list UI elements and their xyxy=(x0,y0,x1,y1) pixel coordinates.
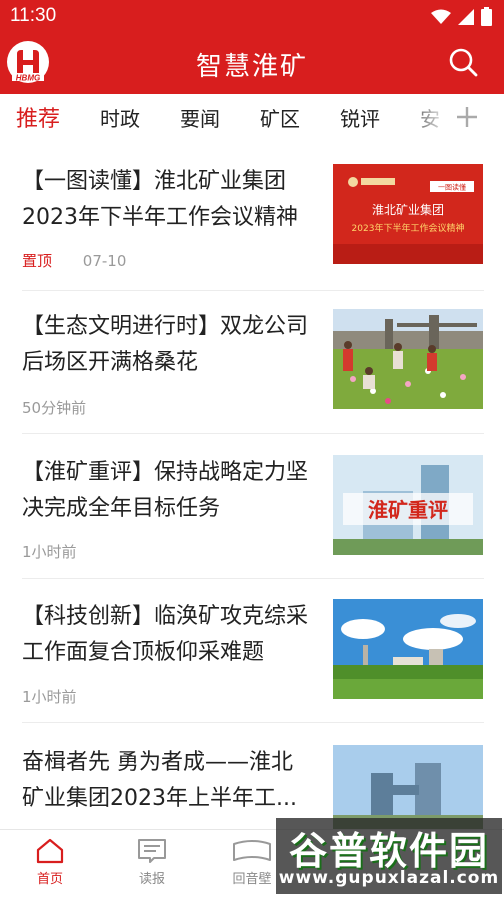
nav-home[interactable]: 首页 xyxy=(20,838,80,887)
signal-icon xyxy=(458,8,474,25)
news-meta: 1小时前 xyxy=(22,541,77,562)
news-time: 1小时前 xyxy=(22,543,77,561)
nav-newspaper[interactable]: 读报 xyxy=(122,838,182,887)
watermark-url: www.gupuxlazal.com xyxy=(278,868,500,888)
thumb-text: 淮矿重评 xyxy=(368,498,448,522)
status-bar: 11:30 xyxy=(0,0,504,32)
search-icon[interactable] xyxy=(448,47,478,77)
news-thumbnail xyxy=(333,745,483,829)
app-title: 智慧淮矿 xyxy=(195,52,308,82)
divider xyxy=(22,722,484,723)
home-icon xyxy=(36,838,64,864)
news-meta: 1小时前 xyxy=(22,686,77,707)
wifi-icon xyxy=(431,9,451,24)
news-time: 07-10 xyxy=(82,252,127,270)
echo-wall-icon xyxy=(233,840,271,861)
tab-fade xyxy=(400,94,450,140)
divider xyxy=(22,433,484,434)
thumb-line1: 淮北矿业集团 xyxy=(372,202,444,217)
nav-newspaper-label: 读报 xyxy=(138,872,165,887)
nav-echo-wall-label: 回音壁 xyxy=(232,872,272,887)
add-tab-icon[interactable] xyxy=(455,105,479,129)
news-meta: 置顶 07-10 xyxy=(22,250,126,271)
news-title: 【生态文明进行时】双龙公司后场区开满格桑花 xyxy=(22,314,309,375)
tab-politics[interactable]: 时政 xyxy=(100,103,140,132)
watermark: 谷普软件园 www.gupuxlazal.com xyxy=(276,818,502,894)
news-thumbnail: 淮矿重评 xyxy=(333,455,483,555)
pinned-badge: 置顶 xyxy=(22,252,53,270)
category-tabs: 推荐 时政 要闻 矿区 锐评 安 xyxy=(0,94,504,140)
watermark-title: 谷普软件园 xyxy=(288,829,489,873)
news-item[interactable]: 【一图读懂】淮北矿业集团2023年下半年工作会议精神 置顶 07-10 一图读懂… xyxy=(22,164,484,272)
status-icons xyxy=(431,7,492,26)
divider xyxy=(22,290,484,291)
news-thumbnail: 一图读懂 淮北矿业集团 2023年下半年工作会议精神 xyxy=(333,164,483,264)
news-time: 1小时前 xyxy=(22,688,77,706)
tab-mining-area[interactable]: 矿区 xyxy=(260,103,300,132)
news-item[interactable]: 【科技创新】临涣矿攻克综采工作面复合顶板仰采难题 1小时前 xyxy=(22,599,484,706)
battery-icon xyxy=(481,7,492,26)
news-time: 50分钟前 xyxy=(22,399,87,417)
tab-headlines[interactable]: 要闻 xyxy=(180,103,220,132)
news-thumbnail xyxy=(333,309,483,409)
thumb-tag: 一图读懂 xyxy=(438,183,466,192)
news-title: 奋楫者先 勇为者成——淮北矿业集团2023年上半年工... xyxy=(22,750,297,811)
divider xyxy=(22,578,484,579)
status-time: 11:30 xyxy=(10,5,57,26)
nav-home-label: 首页 xyxy=(36,872,63,887)
thumb-line2: 2023年下半年工作会议精神 xyxy=(352,222,465,234)
news-title: 【一图读懂】淮北矿业集团2023年下半年工作会议精神 xyxy=(22,169,298,230)
newspaper-icon xyxy=(138,839,166,863)
tab-commentary[interactable]: 锐评 xyxy=(340,103,380,132)
news-thumbnail xyxy=(333,599,483,699)
news-item[interactable]: 【生态文明进行时】双龙公司后场区开满格桑花 50分钟前 xyxy=(22,309,484,417)
nav-echo-wall[interactable]: 回音壁 xyxy=(222,838,282,887)
app-bar: HBMG 智慧淮矿 xyxy=(0,32,504,94)
news-item[interactable]: 【淮矿重评】保持战略定力坚决完成全年目标任务 1小时前 淮矿重评 xyxy=(22,455,484,561)
news-meta: 50分钟前 xyxy=(22,397,86,418)
news-title: 【科技创新】临涣矿攻克综采工作面复合顶板仰采难题 xyxy=(22,604,309,665)
tab-recommend[interactable]: 推荐 xyxy=(16,101,60,133)
news-title: 【淮矿重评】保持战略定力坚决完成全年目标任务 xyxy=(22,460,309,521)
